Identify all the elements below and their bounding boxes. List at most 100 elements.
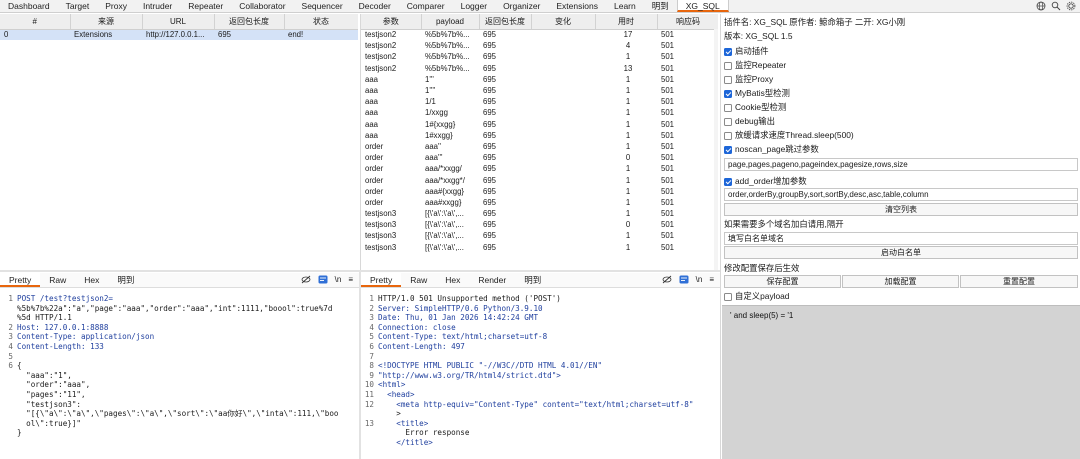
- tab-logger[interactable]: Logger: [453, 0, 495, 12]
- tab-hex[interactable]: Hex: [75, 273, 108, 287]
- add-order-params-input[interactable]: order,orderBy,groupBy,sort,sortBy,desc,a…: [724, 188, 1078, 201]
- tab-intruder[interactable]: Intruder: [135, 0, 180, 12]
- tab-pretty[interactable]: Pretty: [361, 273, 402, 287]
- column-header[interactable]: 参数: [361, 14, 422, 30]
- table-row[interactable]: order aaa/*xxgg*/ 695 1 501: [361, 174, 718, 185]
- table-row[interactable]: testjson2 %5b%7b%... 695 17 501: [361, 29, 718, 40]
- payload-textarea[interactable]: ' and sleep(5) = '1: [722, 305, 1080, 459]
- hide-eye-icon[interactable]: [662, 275, 672, 284]
- tab-decoder[interactable]: Decoder: [351, 0, 399, 12]
- scrollbar-vertical[interactable]: [714, 29, 718, 270]
- newline-toggle-icon[interactable]: \n: [335, 275, 342, 284]
- add-order-checkbox-row[interactable]: add_order增加参数: [724, 175, 1080, 187]
- table-row[interactable]: aaa 1/xxgg 695 1 501: [361, 107, 718, 118]
- table-row[interactable]: order aaa#{xxgg} 695 1 501: [361, 186, 718, 197]
- option-row[interactable]: debug输出: [724, 115, 1080, 127]
- response-editor[interactable]: 1 HTTP/1.0 501 Unsupported method ('POST'…: [364, 294, 718, 448]
- wrap-icon[interactable]: [679, 275, 689, 284]
- column-header[interactable]: 响应码: [657, 14, 718, 30]
- table-cell: 1: [625, 74, 631, 84]
- column-header[interactable]: 用时: [595, 14, 658, 30]
- search-icon[interactable]: [1051, 1, 1061, 11]
- option-row[interactable]: MyBatis型检测: [724, 87, 1080, 99]
- tab-repeater[interactable]: Repeater: [180, 0, 231, 12]
- tab--[interactable]: 明到: [108, 273, 143, 287]
- option-row[interactable]: 启动插件: [724, 45, 1080, 57]
- wrap-icon[interactable]: [318, 275, 328, 284]
- option-row[interactable]: Cookie型检测: [724, 101, 1080, 113]
- table-row[interactable]: aaa 1''' 695 1 501: [361, 74, 718, 85]
- option-row[interactable]: 监控Repeater: [724, 59, 1080, 71]
- add-order-checkbox[interactable]: [724, 177, 732, 186]
- whitelist-input[interactable]: 填写白名单域名: [724, 232, 1078, 245]
- tab-collaborator[interactable]: Collaborator: [231, 0, 293, 12]
- table-row[interactable]: testjson3 [{\'a\':\'a\',... 695 1 501: [361, 230, 718, 241]
- option-checkbox[interactable]: [724, 75, 732, 84]
- table-row[interactable]: testjson3 [{\'a\':\'a\',... 695 1 501: [361, 242, 718, 253]
- option-checkbox[interactable]: [724, 47, 732, 56]
- column-header[interactable]: 变化: [531, 14, 596, 30]
- tab-dashboard[interactable]: Dashboard: [0, 0, 58, 12]
- custom-payload-checkbox[interactable]: [724, 292, 732, 301]
- column-header[interactable]: payload: [421, 14, 480, 30]
- table-row[interactable]: aaa 1/1 695 1 501: [361, 96, 718, 107]
- tab-hex[interactable]: Hex: [436, 273, 469, 287]
- column-header[interactable]: 来源: [70, 14, 143, 30]
- table-row[interactable]: testjson3 [{\'a\':\'a\',... 695 0 501: [361, 219, 718, 230]
- newline-toggle-icon[interactable]: \n: [696, 275, 703, 284]
- option-checkbox[interactable]: [724, 117, 732, 126]
- option-row[interactable]: 监控Proxy: [724, 73, 1080, 85]
- table-row[interactable]: testjson2 %5b%7b%... 695 1 501: [361, 51, 718, 62]
- custom-payload-row[interactable]: 自定义payload: [724, 290, 1080, 302]
- option-row[interactable]: noscan_page跳过参数: [724, 143, 1080, 155]
- table-row[interactable]: testjson2 %5b%7b%... 695 13 501: [361, 63, 718, 74]
- column-header[interactable]: 返回包长度: [214, 14, 285, 30]
- load-config-button[interactable]: 加载配置: [842, 275, 959, 288]
- option-checkbox[interactable]: [724, 103, 732, 112]
- tab-xg-sql[interactable]: XG_SQL: [676, 0, 729, 12]
- tab-render[interactable]: Render: [469, 273, 515, 287]
- tab--[interactable]: 明到: [644, 0, 677, 12]
- gear-icon[interactable]: [1066, 1, 1076, 11]
- column-header[interactable]: 状态: [284, 14, 358, 30]
- enable-whitelist-button[interactable]: 启动白名单: [724, 246, 1078, 259]
- table-row[interactable]: testjson3 [{\'a\':\'a\',... 695 1 501: [361, 208, 718, 219]
- option-checkbox[interactable]: [724, 89, 732, 98]
- table-row[interactable]: order aaa#xxgg} 695 1 501: [361, 197, 718, 208]
- save-config-button[interactable]: 保存配置: [724, 275, 841, 288]
- column-header[interactable]: #: [0, 14, 71, 30]
- menu-icon[interactable]: ≡: [709, 275, 714, 284]
- column-header[interactable]: URL: [142, 14, 215, 30]
- tab--[interactable]: 明到: [515, 273, 550, 287]
- noscan-params-input[interactable]: page,pages,pageno,pageindex,pagesize,row…: [724, 158, 1078, 171]
- option-checkbox[interactable]: [724, 131, 732, 140]
- reset-config-button[interactable]: 重置配置: [960, 275, 1078, 288]
- table-row[interactable]: aaa 1#{xxgg} 695 1 501: [361, 119, 718, 130]
- option-checkbox[interactable]: [724, 61, 732, 70]
- tab-raw[interactable]: Raw: [401, 273, 436, 287]
- tab-extensions[interactable]: Extensions: [548, 0, 606, 12]
- tab-proxy[interactable]: Proxy: [97, 0, 135, 12]
- table-row[interactable]: aaa 1'''' 695 1 501: [361, 85, 718, 96]
- tab-sequencer[interactable]: Sequencer: [294, 0, 351, 12]
- globe-icon[interactable]: [1036, 1, 1046, 11]
- column-header[interactable]: 返回包长度: [479, 14, 532, 30]
- option-checkbox[interactable]: [724, 145, 732, 154]
- menu-icon[interactable]: ≡: [348, 275, 353, 284]
- table-row[interactable]: order aaa''' 695 0 501: [361, 152, 718, 163]
- tab-target[interactable]: Target: [58, 0, 98, 12]
- tab-organizer[interactable]: Organizer: [495, 0, 548, 12]
- table-row[interactable]: testjson2 %5b%7b%... 695 4 501: [361, 40, 718, 51]
- request-editor[interactable]: 1 POST /test?testjson2= %5b%7b%22a":"a","p…: [3, 294, 357, 438]
- tab-learn[interactable]: Learn: [606, 0, 644, 12]
- table-row[interactable]: aaa 1#xxgg} 695 1 501: [361, 130, 718, 141]
- table-row[interactable]: order aaa'' 695 1 501: [361, 141, 718, 152]
- hide-eye-icon[interactable]: [301, 275, 311, 284]
- tab-comparer[interactable]: Comparer: [399, 0, 453, 12]
- clear-list-button[interactable]: 清空列表: [724, 203, 1078, 216]
- table-row[interactable]: 0 Extensions http://127.0.0.1... 695 end!: [0, 29, 358, 41]
- table-row[interactable]: order aaa/*xxgg/695 1 501: [361, 163, 718, 174]
- tab-pretty[interactable]: Pretty: [0, 273, 41, 287]
- tab-raw[interactable]: Raw: [40, 273, 75, 287]
- option-row[interactable]: 放缓请求速度Thread.sleep(500): [724, 129, 1080, 141]
